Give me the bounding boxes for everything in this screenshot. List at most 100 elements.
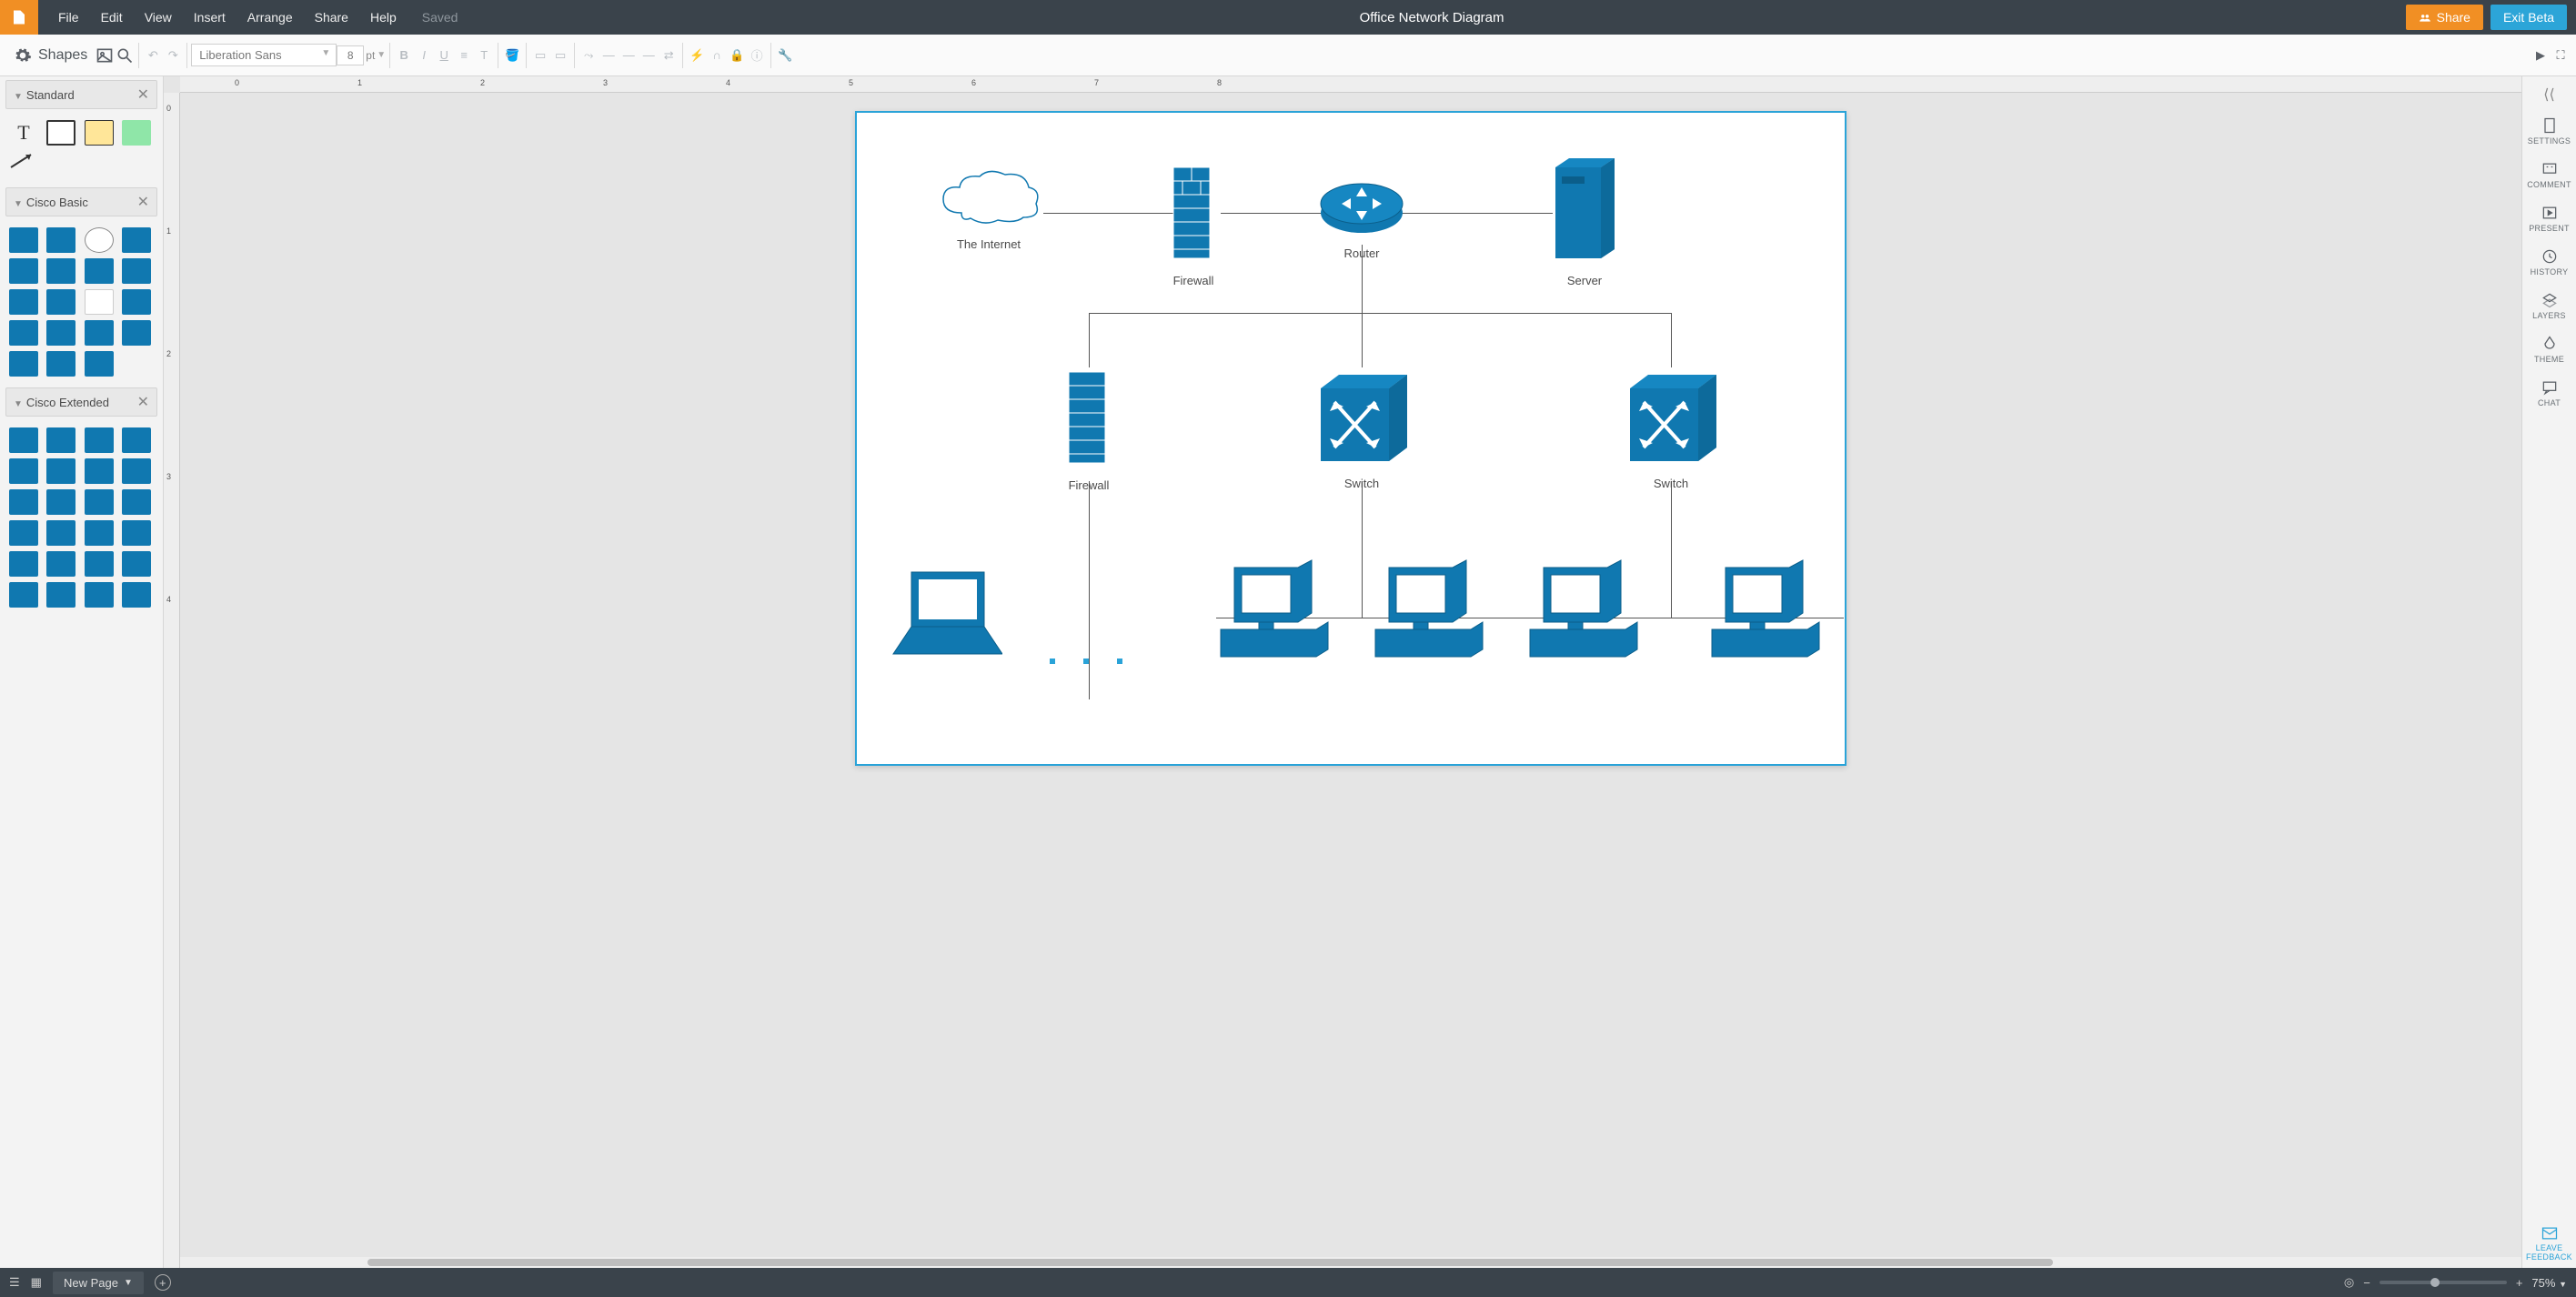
cisco-shape[interactable] bbox=[122, 520, 151, 546]
align-left-icon[interactable]: ▭ bbox=[530, 45, 550, 65]
cisco-shape[interactable] bbox=[46, 320, 75, 346]
cisco-shape[interactable] bbox=[122, 582, 151, 608]
cisco-shape[interactable] bbox=[122, 427, 151, 453]
exit-beta-button[interactable]: Exit Beta bbox=[2490, 5, 2567, 30]
lock-icon[interactable]: 🔒 bbox=[727, 45, 747, 65]
cisco-shape[interactable] bbox=[85, 582, 114, 608]
rp-feedback[interactable]: LEAVEFEEDBACK bbox=[2522, 1219, 2576, 1268]
cisco-shape[interactable] bbox=[85, 351, 114, 377]
shape-line[interactable] bbox=[9, 151, 38, 176]
line-end-icon[interactable]: — bbox=[639, 45, 659, 65]
connector[interactable] bbox=[1398, 213, 1553, 214]
menu-file[interactable]: File bbox=[49, 5, 88, 30]
font-family-select[interactable]: Liberation Sans ▼ bbox=[191, 44, 337, 66]
cisco-shape[interactable] bbox=[122, 227, 151, 253]
horizontal-scrollbar[interactable] bbox=[180, 1257, 2521, 1268]
collapse-panel-icon[interactable]: ⟨⟨ bbox=[2522, 82, 2576, 107]
line-curve-icon[interactable]: ⤳ bbox=[579, 45, 599, 65]
menu-edit[interactable]: Edit bbox=[92, 5, 132, 30]
cisco-shape[interactable] bbox=[46, 427, 75, 453]
node-firewall[interactable]: Firewall bbox=[1166, 158, 1221, 287]
cisco-shape[interactable] bbox=[122, 551, 151, 577]
cisco-shape[interactable] bbox=[85, 551, 114, 577]
search-icon[interactable] bbox=[115, 45, 135, 65]
close-icon[interactable]: ✕ bbox=[137, 85, 149, 104]
cisco-shape[interactable] bbox=[46, 489, 75, 515]
rp-chat[interactable]: CHAT bbox=[2522, 373, 2576, 413]
cisco-shape[interactable] bbox=[85, 427, 114, 453]
cisco-shape[interactable] bbox=[85, 320, 114, 346]
shape-note[interactable] bbox=[85, 120, 114, 146]
connector[interactable] bbox=[1671, 481, 1672, 618]
cisco-shape[interactable] bbox=[46, 520, 75, 546]
font-size-input[interactable] bbox=[337, 45, 364, 65]
cisco-shape[interactable] bbox=[9, 351, 38, 377]
shape-rect[interactable] bbox=[46, 120, 75, 146]
cisco-shape[interactable] bbox=[9, 520, 38, 546]
cisco-shape[interactable] bbox=[85, 258, 114, 284]
wrench-icon[interactable]: 🔧 bbox=[775, 45, 795, 65]
document-title[interactable]: Office Network Diagram bbox=[458, 10, 2405, 25]
shape-text[interactable]: T bbox=[9, 120, 38, 146]
line-swap-icon[interactable]: ⇄ bbox=[659, 45, 679, 65]
shape-hotspot[interactable] bbox=[122, 120, 151, 146]
text-format-icon[interactable]: T bbox=[474, 45, 494, 65]
rp-present[interactable]: PRESENT bbox=[2522, 198, 2576, 238]
cisco-shape[interactable] bbox=[46, 351, 75, 377]
cisco-shape[interactable] bbox=[85, 227, 114, 253]
diagram-page[interactable]: The Internet Firewall Router Server bbox=[855, 111, 1846, 766]
documents-icon[interactable] bbox=[0, 0, 38, 35]
connector[interactable] bbox=[1362, 481, 1363, 618]
image-icon[interactable] bbox=[95, 45, 115, 65]
menu-insert[interactable]: Insert bbox=[185, 5, 235, 30]
selection-handles[interactable] bbox=[1050, 659, 1122, 664]
node-pc[interactable] bbox=[1703, 558, 1821, 666]
present-icon[interactable]: ▶ bbox=[2531, 45, 2551, 65]
connector[interactable] bbox=[1671, 313, 1672, 367]
cisco-shape[interactable] bbox=[46, 227, 75, 253]
rp-history[interactable]: HISTORY bbox=[2522, 242, 2576, 282]
cisco-shape[interactable] bbox=[85, 520, 114, 546]
menu-help[interactable]: Help bbox=[361, 5, 406, 30]
rp-settings[interactable]: SETTINGS bbox=[2522, 111, 2576, 151]
cisco-shape[interactable] bbox=[122, 258, 151, 284]
grid-view-icon[interactable]: ▦ bbox=[31, 1275, 42, 1290]
connector[interactable] bbox=[1089, 313, 1671, 314]
zoom-value[interactable]: 75% ▼ bbox=[2531, 1276, 2567, 1290]
cisco-shape[interactable] bbox=[46, 289, 75, 315]
share-button[interactable]: Share bbox=[2406, 5, 2483, 30]
cisco-shape[interactable] bbox=[9, 258, 38, 284]
cisco-shape[interactable] bbox=[122, 351, 151, 377]
menu-arrange[interactable]: Arrange bbox=[238, 5, 302, 30]
connector[interactable] bbox=[1362, 313, 1363, 367]
cisco-shape[interactable] bbox=[46, 551, 75, 577]
cisco-shape[interactable] bbox=[122, 320, 151, 346]
connector[interactable] bbox=[1089, 313, 1090, 367]
cisco-shape[interactable] bbox=[46, 458, 75, 484]
redo-icon[interactable]: ↷ bbox=[163, 45, 183, 65]
cisco-shape[interactable] bbox=[9, 427, 38, 453]
fill-icon[interactable]: 🪣 bbox=[502, 45, 522, 65]
connector[interactable] bbox=[1043, 213, 1184, 214]
cisco-shape[interactable] bbox=[85, 458, 114, 484]
zoom-out-icon[interactable]: − bbox=[2363, 1276, 2370, 1290]
line-start-icon[interactable]: — bbox=[619, 45, 639, 65]
underline-icon[interactable]: U bbox=[434, 45, 454, 65]
node-switch-2[interactable]: Switch bbox=[1621, 366, 1721, 490]
cisco-shape[interactable] bbox=[9, 489, 38, 515]
close-icon[interactable]: ✕ bbox=[137, 393, 149, 411]
list-view-icon[interactable]: ☰ bbox=[9, 1275, 20, 1290]
connector[interactable] bbox=[1089, 481, 1090, 699]
gear-icon[interactable] bbox=[13, 45, 33, 65]
bold-icon[interactable]: B bbox=[394, 45, 414, 65]
rp-comment[interactable]: COMMENT bbox=[2522, 155, 2576, 195]
page-tab[interactable]: New Page ▼ bbox=[53, 1272, 144, 1294]
align-icon[interactable]: ≡ bbox=[454, 45, 474, 65]
zoom-in-icon[interactable]: + bbox=[2516, 1276, 2523, 1290]
cisco-shape[interactable] bbox=[9, 582, 38, 608]
node-laptop[interactable] bbox=[875, 563, 1002, 666]
cisco-shape[interactable] bbox=[122, 458, 151, 484]
canvas[interactable]: The Internet Firewall Router Server bbox=[180, 93, 2521, 1268]
category-cisco-extended[interactable]: ▼Cisco Extended ✕ bbox=[5, 387, 157, 417]
distribute-icon[interactable]: ▭ bbox=[550, 45, 570, 65]
